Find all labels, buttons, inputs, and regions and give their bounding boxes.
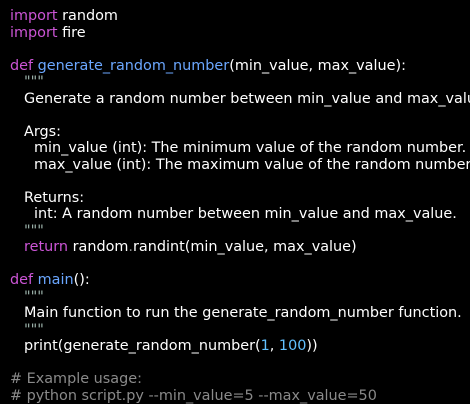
separator: , <box>269 338 279 354</box>
code-line-9: min_value (int): The minimum value of th… <box>10 140 470 157</box>
code-line-1: import random <box>10 8 470 25</box>
code-line-6: Generate a random number between min_val… <box>10 91 470 108</box>
call-close: )) <box>306 338 318 354</box>
code-line-23: # Example usage: <box>10 371 470 388</box>
code-line-8: Args: <box>10 124 470 141</box>
code-line-19: Main function to run the generate_random… <box>10 305 470 322</box>
docstring-text: min_value (int): The minimum value of th… <box>34 140 467 156</box>
code-line-17: def main(): <box>10 272 470 289</box>
docstring-quote: """ <box>24 321 44 338</box>
keyword: import <box>10 8 58 24</box>
comment: # Example usage: <box>10 371 142 387</box>
comment: # python script.py --min_value=5 --max_v… <box>10 387 377 404</box>
docstring-quote: """ <box>24 222 44 239</box>
docstring-text: Args: <box>24 123 61 140</box>
number-literal: 1 <box>260 338 270 354</box>
code-line-2: import fire <box>10 25 470 42</box>
docstring-text: Returns: <box>24 189 85 206</box>
code-editor[interactable]: import random import fire def generate_r… <box>0 0 470 404</box>
code-line-12: Returns: <box>10 190 470 207</box>
call-expression: print(generate_random_number( <box>24 338 261 354</box>
object-name: random <box>72 239 129 255</box>
call-expression: randint(min_value, max_value) <box>133 239 357 255</box>
keyword: import <box>10 24 58 41</box>
code-line-24: # python script.py --min_value=5 --max_v… <box>10 388 470 404</box>
code-line-4: def generate_random_number(min_value, ma… <box>10 58 470 75</box>
keyword: def <box>10 57 34 74</box>
function-name: main <box>37 272 74 288</box>
docstring-text: max_value (int): The maximum value of th… <box>34 156 470 173</box>
module-name: random <box>57 8 118 24</box>
code-line-18: """ <box>10 289 470 306</box>
keyword: def <box>10 272 34 288</box>
docstring-text: Generate a random number between min_val… <box>24 90 470 107</box>
module-name: fire <box>57 24 86 41</box>
number-literal: 100 <box>278 338 307 354</box>
code-line-10: max_value (int): The maximum value of th… <box>10 157 470 174</box>
docstring-quote: """ <box>24 74 44 90</box>
function-params: (): <box>73 272 90 288</box>
docstring-quote: """ <box>24 288 44 305</box>
docstring-text: Main function to run the generate_random… <box>24 305 462 321</box>
docstring-text: int: A random number between min_value a… <box>34 206 457 222</box>
keyword: return <box>24 239 69 255</box>
function-name: generate_random_number <box>37 57 230 74</box>
code-line-5: """ <box>10 74 470 91</box>
code-line-21: print(generate_random_number(1, 100)) <box>10 338 470 355</box>
code-line-14: """ <box>10 223 470 240</box>
function-params: (min_value, max_value): <box>229 57 406 74</box>
code-line-20: """ <box>10 322 470 339</box>
code-line-13: int: A random number between min_value a… <box>10 206 470 223</box>
code-line-15: return random.randint(min_value, max_val… <box>10 239 470 256</box>
